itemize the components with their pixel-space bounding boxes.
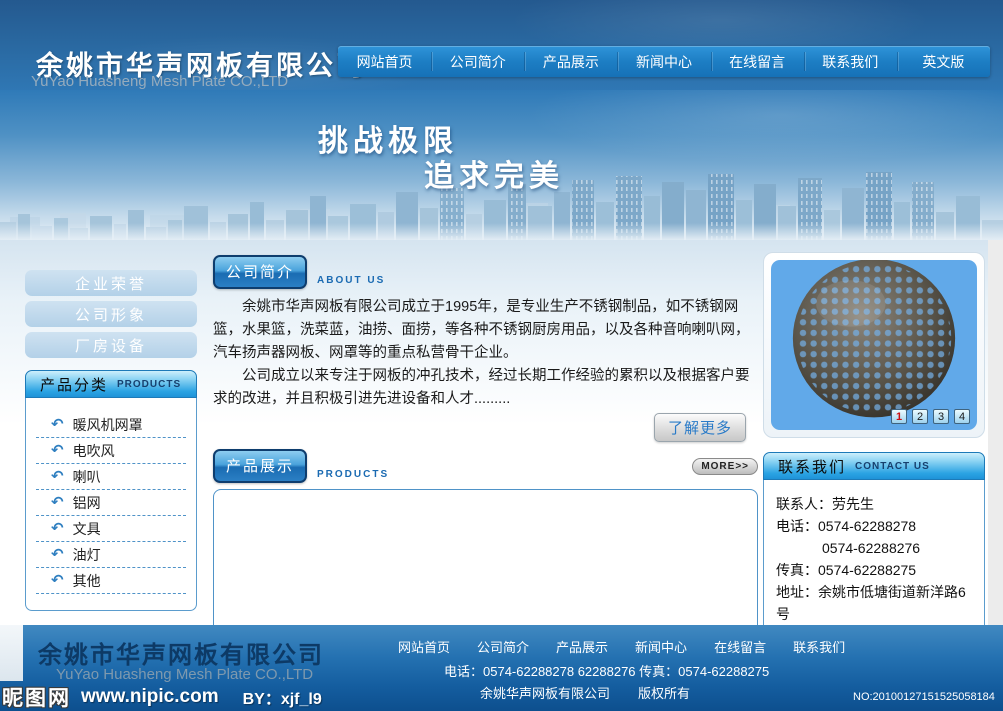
contact-fax: 传真：0574-62288275 xyxy=(776,559,976,581)
slider-page-3[interactable]: 3 xyxy=(933,409,949,424)
nipic-url: www.nipic.com xyxy=(81,686,219,708)
slider-pagination: 1 2 3 4 xyxy=(891,409,970,424)
contact-address: 地址：余姚市低塘街道新洋路6号 xyxy=(776,581,976,625)
nipic-watermark: 昵图网 www.nipic.com BY：xjf_l9 xyxy=(2,682,322,711)
category-item-speaker[interactable]: ↶ 喇叭 xyxy=(36,464,186,490)
contact-title: 联系我们 xyxy=(778,456,846,477)
footer-company-name-en: YuYao Huasheng Mesh Plate CO.,LTD xyxy=(56,666,313,683)
arrow-icon: ↶ xyxy=(51,495,64,510)
contact-subtitle: CONTACT US xyxy=(855,461,930,472)
arrow-icon: ↶ xyxy=(51,443,64,458)
logo-subtitle: YuYao Huasheng Mesh Plate CO.,LTD xyxy=(31,73,288,90)
contact-phone-1: 电话：0574-62288278 xyxy=(776,515,976,537)
footer-nav: 网站首页 公司简介 产品展示 新闻中心 在线留言 联系我们 xyxy=(398,637,845,656)
category-label: 铝网 xyxy=(73,493,101,513)
footer-nav-news[interactable]: 新闻中心 xyxy=(635,637,687,656)
footer-left-margin xyxy=(0,625,23,681)
nipic-author: BY：xjf_l9 xyxy=(243,685,322,709)
banner: 挑战极限 追求完美 xyxy=(0,90,1003,240)
nav-item-message[interactable]: 在线留言 xyxy=(711,46,804,77)
contact-panel: 联系我们 CONTACT US 联系人：劳先生 电话：0574-62288278… xyxy=(763,452,985,642)
footer-phone-line: 电话：0574-62288278 62288276 传真：0574-622882… xyxy=(444,661,769,680)
learn-more-button[interactable]: 了解更多 xyxy=(654,413,746,442)
main-nav: 网站首页 公司简介 产品展示 新闻中心 在线留言 联系我们 英文版 xyxy=(338,46,990,77)
sidebar: 企业荣誉 公司形象 厂房设备 产品分类 PRODUCTS ↶ 暖风机网罩 ↶ 电… xyxy=(25,270,197,611)
nav-item-about[interactable]: 公司简介 xyxy=(431,46,524,77)
company-intro-text: 余姚市华声网板有限公司成立于1995年，是专业生产不锈钢制品，如不锈钢网篮，水果… xyxy=(213,296,758,411)
mesh-dome-product-image xyxy=(786,260,962,423)
nav-item-news[interactable]: 新闻中心 xyxy=(617,46,710,77)
footer-nav-products[interactable]: 产品展示 xyxy=(556,637,608,656)
contact-info: 联系人：劳先生 电话：0574-62288278 0574-62288276 传… xyxy=(763,480,985,642)
contact-phone-2: 0574-62288276 xyxy=(776,537,976,559)
sidebar-button-honors[interactable]: 企业荣誉 xyxy=(25,270,197,296)
contact-person: 联系人：劳先生 xyxy=(776,493,976,515)
tab-about[interactable]: 公司简介 xyxy=(213,255,307,289)
category-item-heater-mesh[interactable]: ↶ 暖风机网罩 xyxy=(36,412,186,438)
slider-page-4[interactable]: 4 xyxy=(954,409,970,424)
arrow-icon: ↶ xyxy=(51,469,64,484)
contact-header: 联系我们 CONTACT US xyxy=(763,452,985,480)
nav-item-products[interactable]: 产品展示 xyxy=(524,46,617,77)
site-header: 余姚市华声网板有限公司 YuYao Huasheng Mesh Plate CO… xyxy=(0,0,1003,90)
product-showcase-box xyxy=(213,489,758,638)
about-section-subtitle: ABOUT US xyxy=(317,275,385,288)
footer-company-name: 余姚市华声网板有限公司 xyxy=(38,635,324,670)
footer-nav-home[interactable]: 网站首页 xyxy=(398,637,450,656)
sidebar-button-facility[interactable]: 厂房设备 xyxy=(25,332,197,358)
product-category-panel: 产品分类 PRODUCTS ↶ 暖风机网罩 ↶ 电吹风 ↶ 喇叭 xyxy=(25,370,197,611)
footer-serial-number: NO:20100127151525058184 xyxy=(853,691,995,703)
product-slider-card: 1 2 3 4 xyxy=(763,252,985,438)
product-category-header: 产品分类 PRODUCTS xyxy=(25,370,197,398)
slider-page-2[interactable]: 2 xyxy=(912,409,928,424)
footer-copyright: 余姚华声网板有限公司 版权所有 xyxy=(480,683,718,702)
banner-slogan-2: 追求完美 xyxy=(424,151,564,195)
about-more-row: 了解更多 xyxy=(213,413,758,442)
footer-nav-contact[interactable]: 联系我们 xyxy=(793,637,845,656)
company-intro-paragraph-2: 公司成立以来专注于网板的冲孔技术，经过长期工作经验的累积以及根据客户要求的改进，… xyxy=(213,365,758,411)
category-item-aluminum-mesh[interactable]: ↶ 铝网 xyxy=(36,490,186,516)
content-area: 企业荣誉 公司形象 厂房设备 产品分类 PRODUCTS ↶ 暖风机网罩 ↶ 电… xyxy=(0,240,1003,625)
footer-copyright-company: 余姚华声网板有限公司 xyxy=(480,686,610,701)
company-intro-paragraph-1: 余姚市华声网板有限公司成立于1995年，是专业生产不锈钢制品，如不锈钢网篮，水果… xyxy=(213,296,758,365)
page: 余姚市华声网板有限公司 YuYao Huasheng Mesh Plate CO… xyxy=(0,0,1003,711)
products-section-subtitle: PRODUCTS xyxy=(317,469,389,482)
site-footer: 余姚市华声网板有限公司 YuYao Huasheng Mesh Plate CO… xyxy=(0,625,1003,711)
arrow-icon: ↶ xyxy=(51,573,64,588)
category-item-others[interactable]: ↶ 其他 xyxy=(36,568,186,594)
product-category-title: 产品分类 xyxy=(40,374,108,395)
arrow-icon: ↶ xyxy=(51,417,64,432)
tab-products[interactable]: 产品展示 xyxy=(213,449,307,483)
right-column: 1 2 3 4 联系我们 CONTACT US 联系人：劳先生 电话：0574-… xyxy=(763,252,985,642)
category-item-hairdryer[interactable]: ↶ 电吹风 xyxy=(36,438,186,464)
right-margin-strip xyxy=(988,240,1003,625)
main-column: 公司简介 ABOUT US 余姚市华声网板有限公司成立于1995年，是专业生产不… xyxy=(213,256,758,638)
category-label: 喇叭 xyxy=(73,467,101,487)
arrow-icon: ↶ xyxy=(51,547,64,562)
about-section-header: 公司简介 ABOUT US xyxy=(213,256,758,288)
nav-item-home[interactable]: 网站首页 xyxy=(338,46,431,77)
products-section-header: 产品展示 PRODUCTS MORE>> xyxy=(213,450,758,482)
category-label: 油灯 xyxy=(73,545,101,565)
category-item-oil-lamp[interactable]: ↶ 油灯 xyxy=(36,542,186,568)
footer-copyright-label: 版权所有 xyxy=(638,686,690,701)
nipic-logo: 昵图网 xyxy=(2,682,71,711)
footer-nav-about[interactable]: 公司简介 xyxy=(477,637,529,656)
category-label: 其他 xyxy=(73,571,101,591)
sidebar-button-image[interactable]: 公司形象 xyxy=(25,301,197,327)
products-more-button[interactable]: MORE>> xyxy=(692,458,758,475)
category-label: 电吹风 xyxy=(73,441,115,461)
product-slider: 1 2 3 4 xyxy=(771,260,977,430)
category-label: 暖风机网罩 xyxy=(73,415,143,435)
category-list: ↶ 暖风机网罩 ↶ 电吹风 ↶ 喇叭 ↶ 铝网 xyxy=(25,398,197,611)
category-item-stationery[interactable]: ↶ 文具 xyxy=(36,516,186,542)
nav-item-contact[interactable]: 联系我们 xyxy=(804,46,897,77)
product-category-subtitle: PRODUCTS xyxy=(117,379,181,390)
footer-nav-message[interactable]: 在线留言 xyxy=(714,637,766,656)
category-label: 文具 xyxy=(73,519,101,539)
arrow-icon: ↶ xyxy=(51,521,64,536)
nav-item-english[interactable]: 英文版 xyxy=(897,46,990,77)
slider-page-1[interactable]: 1 xyxy=(891,409,907,424)
